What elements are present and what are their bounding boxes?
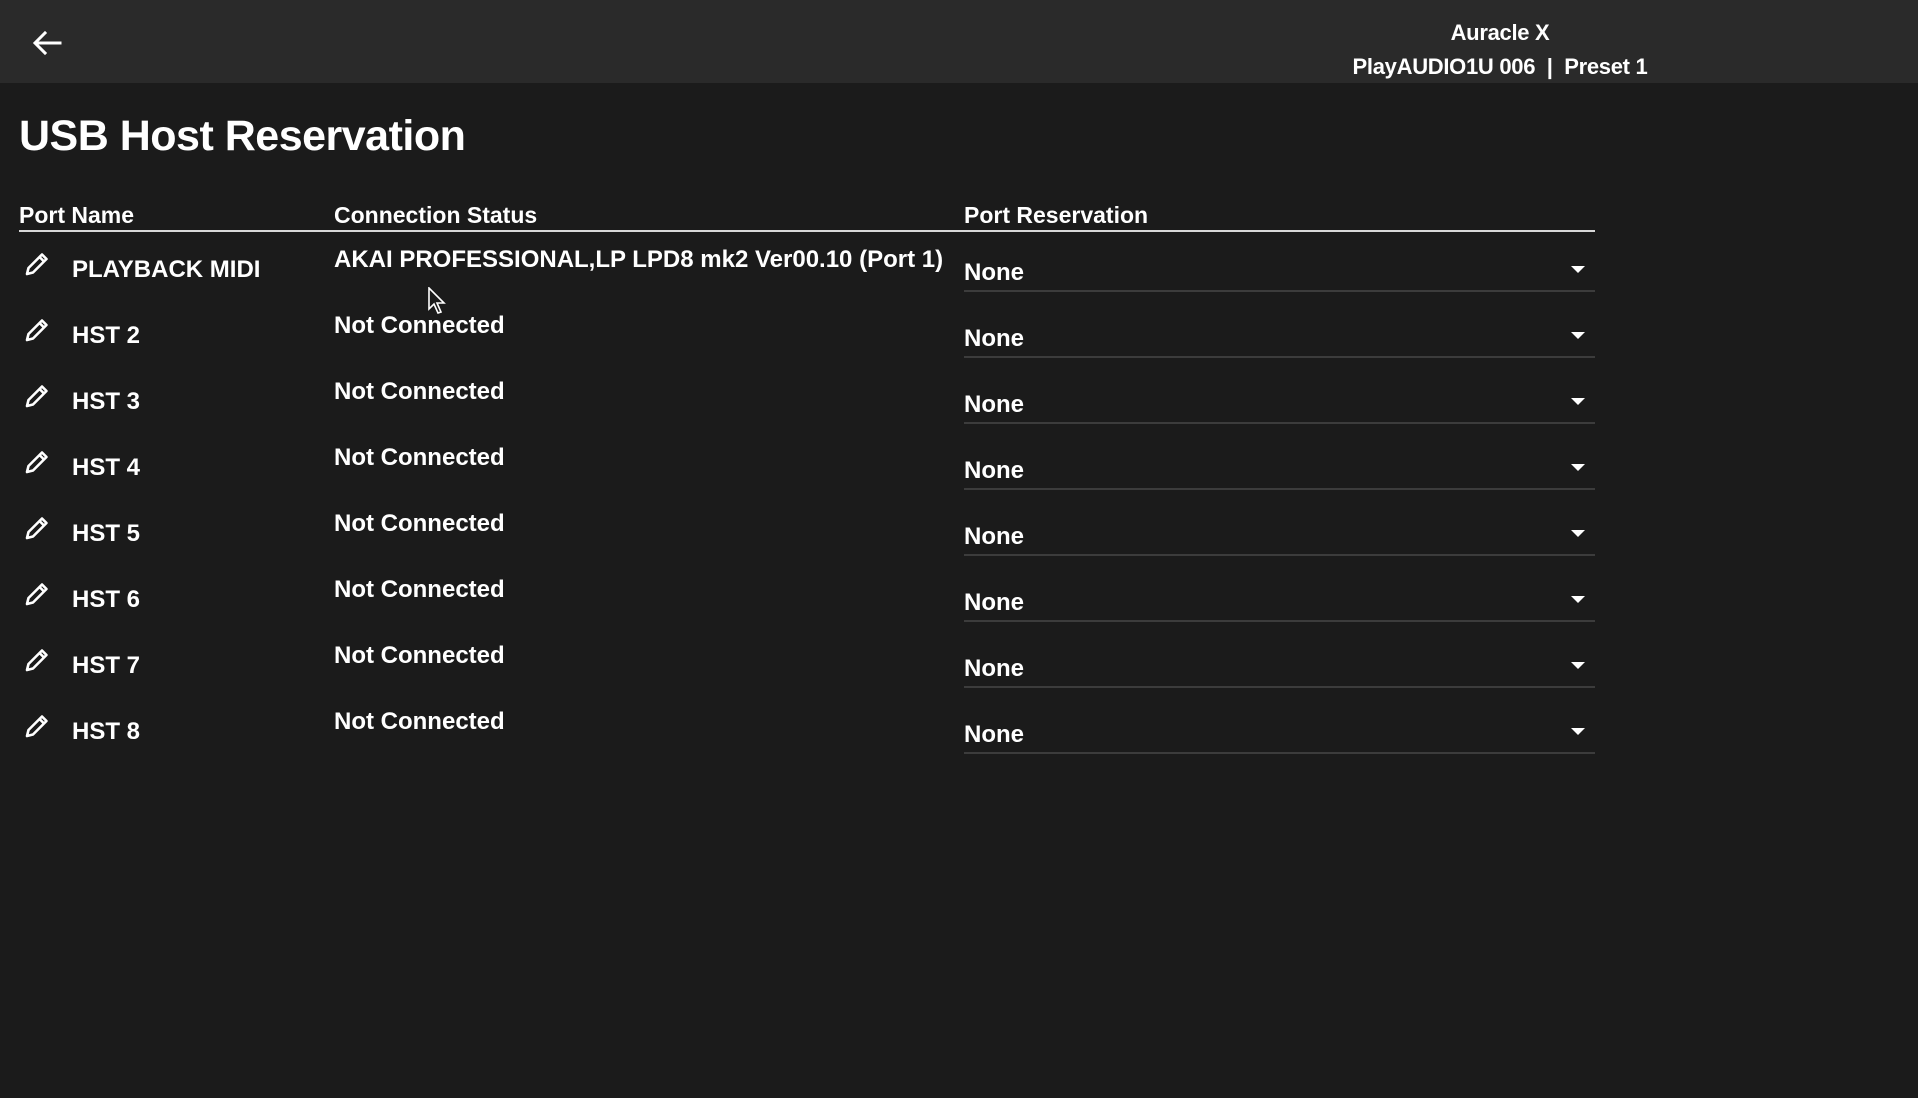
edit-port-name-button[interactable] bbox=[21, 578, 53, 610]
edit-port-name-button[interactable] bbox=[21, 314, 53, 346]
device-info: Auracle X PlayAUDIO1U 006 | Preset 1 bbox=[1300, 16, 1700, 84]
connection-status: Not Connected bbox=[334, 510, 505, 537]
port-table: Port Name Connection Status Port Reserva… bbox=[19, 200, 1595, 762]
pencil-icon bbox=[25, 649, 48, 672]
table-row: HST 8 Not Connected None bbox=[19, 696, 1595, 762]
column-header-connection-status: Connection Status bbox=[334, 202, 538, 228]
connection-status: Not Connected bbox=[334, 576, 505, 603]
port-reservation-select[interactable]: None bbox=[964, 572, 1595, 622]
pencil-icon bbox=[25, 319, 48, 342]
connection-status: AKAI PROFESSIONAL,LP LPD8 mk2 Ver00.10 (… bbox=[334, 246, 944, 273]
edit-port-name-button[interactable] bbox=[21, 248, 53, 280]
port-reservation-value: None bbox=[964, 523, 1024, 550]
caret-down-icon bbox=[1571, 530, 1585, 537]
port-reservation-value: None bbox=[964, 325, 1024, 352]
port-reservation-value: None bbox=[964, 259, 1024, 286]
device-name: Auracle X bbox=[1450, 20, 1550, 45]
caret-down-icon bbox=[1571, 266, 1585, 273]
connection-status: Not Connected bbox=[334, 444, 505, 471]
caret-down-icon bbox=[1571, 464, 1585, 471]
caret-down-icon bbox=[1571, 728, 1585, 735]
table-row: HST 3 Not Connected None bbox=[19, 366, 1595, 432]
arrow-left-icon bbox=[32, 30, 62, 56]
connection-status: Not Connected bbox=[334, 378, 505, 405]
mouse-cursor-icon bbox=[428, 287, 446, 314]
device-detail: PlayAUDIO1U 006 | Preset 1 bbox=[1352, 54, 1648, 79]
caret-down-icon bbox=[1571, 662, 1585, 669]
port-name: HST 6 bbox=[72, 586, 141, 613]
table-row: HST 2 Not Connected None bbox=[19, 300, 1595, 366]
caret-down-icon bbox=[1571, 596, 1585, 603]
port-reservation-value: None bbox=[964, 655, 1024, 682]
table-row: HST 6 Not Connected None bbox=[19, 564, 1595, 630]
port-name: HST 2 bbox=[72, 322, 141, 349]
edit-port-name-button[interactable] bbox=[21, 644, 53, 676]
edit-port-name-button[interactable] bbox=[21, 710, 53, 742]
connection-status: Not Connected bbox=[334, 642, 505, 669]
back-button[interactable] bbox=[24, 22, 70, 64]
port-reservation-select[interactable]: None bbox=[964, 308, 1595, 358]
port-reservation-select[interactable]: None bbox=[964, 374, 1595, 424]
pencil-icon bbox=[25, 253, 48, 276]
port-reservation-select[interactable]: None bbox=[964, 638, 1595, 688]
edit-port-name-button[interactable] bbox=[21, 446, 53, 478]
port-reservation-value: None bbox=[964, 721, 1024, 748]
table-header: Port Name Connection Status Port Reserva… bbox=[19, 200, 1595, 232]
table-body: PLAYBACK MIDI AKAI PROFESSIONAL,LP LPD8 m… bbox=[19, 234, 1595, 762]
pencil-icon bbox=[25, 517, 48, 540]
pencil-icon bbox=[25, 385, 48, 408]
connection-status: Not Connected bbox=[334, 708, 505, 735]
port-reservation-select[interactable]: None bbox=[964, 242, 1595, 292]
port-name: HST 7 bbox=[72, 652, 141, 679]
column-header-port-name: Port Name bbox=[19, 202, 135, 228]
edit-port-name-button[interactable] bbox=[21, 512, 53, 544]
table-row: HST 5 Not Connected None bbox=[19, 498, 1595, 564]
pencil-icon bbox=[25, 583, 48, 606]
port-reservation-select[interactable]: None bbox=[964, 506, 1595, 556]
port-reservation-value: None bbox=[964, 589, 1024, 616]
edit-port-name-button[interactable] bbox=[21, 380, 53, 412]
table-row: HST 7 Not Connected None bbox=[19, 630, 1595, 696]
pencil-icon bbox=[25, 451, 48, 474]
page-title: USB Host Reservation bbox=[19, 112, 466, 160]
port-name: HST 3 bbox=[72, 388, 141, 415]
connection-status: Not Connected bbox=[334, 312, 505, 339]
port-name: HST 8 bbox=[72, 718, 141, 745]
table-row: HST 4 Not Connected None bbox=[19, 432, 1595, 498]
pencil-icon bbox=[25, 715, 48, 738]
column-header-port-reservation: Port Reservation bbox=[964, 202, 1149, 228]
caret-down-icon bbox=[1571, 332, 1585, 339]
port-reservation-value: None bbox=[964, 457, 1024, 484]
port-name: HST 4 bbox=[72, 454, 141, 481]
port-reservation-value: None bbox=[964, 391, 1024, 418]
port-name: PLAYBACK MIDI bbox=[72, 256, 261, 283]
table-row: PLAYBACK MIDI AKAI PROFESSIONAL,LP LPD8 m… bbox=[19, 234, 1595, 300]
port-name: HST 5 bbox=[72, 520, 141, 547]
caret-down-icon bbox=[1571, 398, 1585, 405]
top-bar: Auracle X PlayAUDIO1U 006 | Preset 1 bbox=[0, 0, 1918, 83]
port-reservation-select[interactable]: None bbox=[964, 440, 1595, 490]
port-reservation-select[interactable]: None bbox=[964, 704, 1595, 754]
